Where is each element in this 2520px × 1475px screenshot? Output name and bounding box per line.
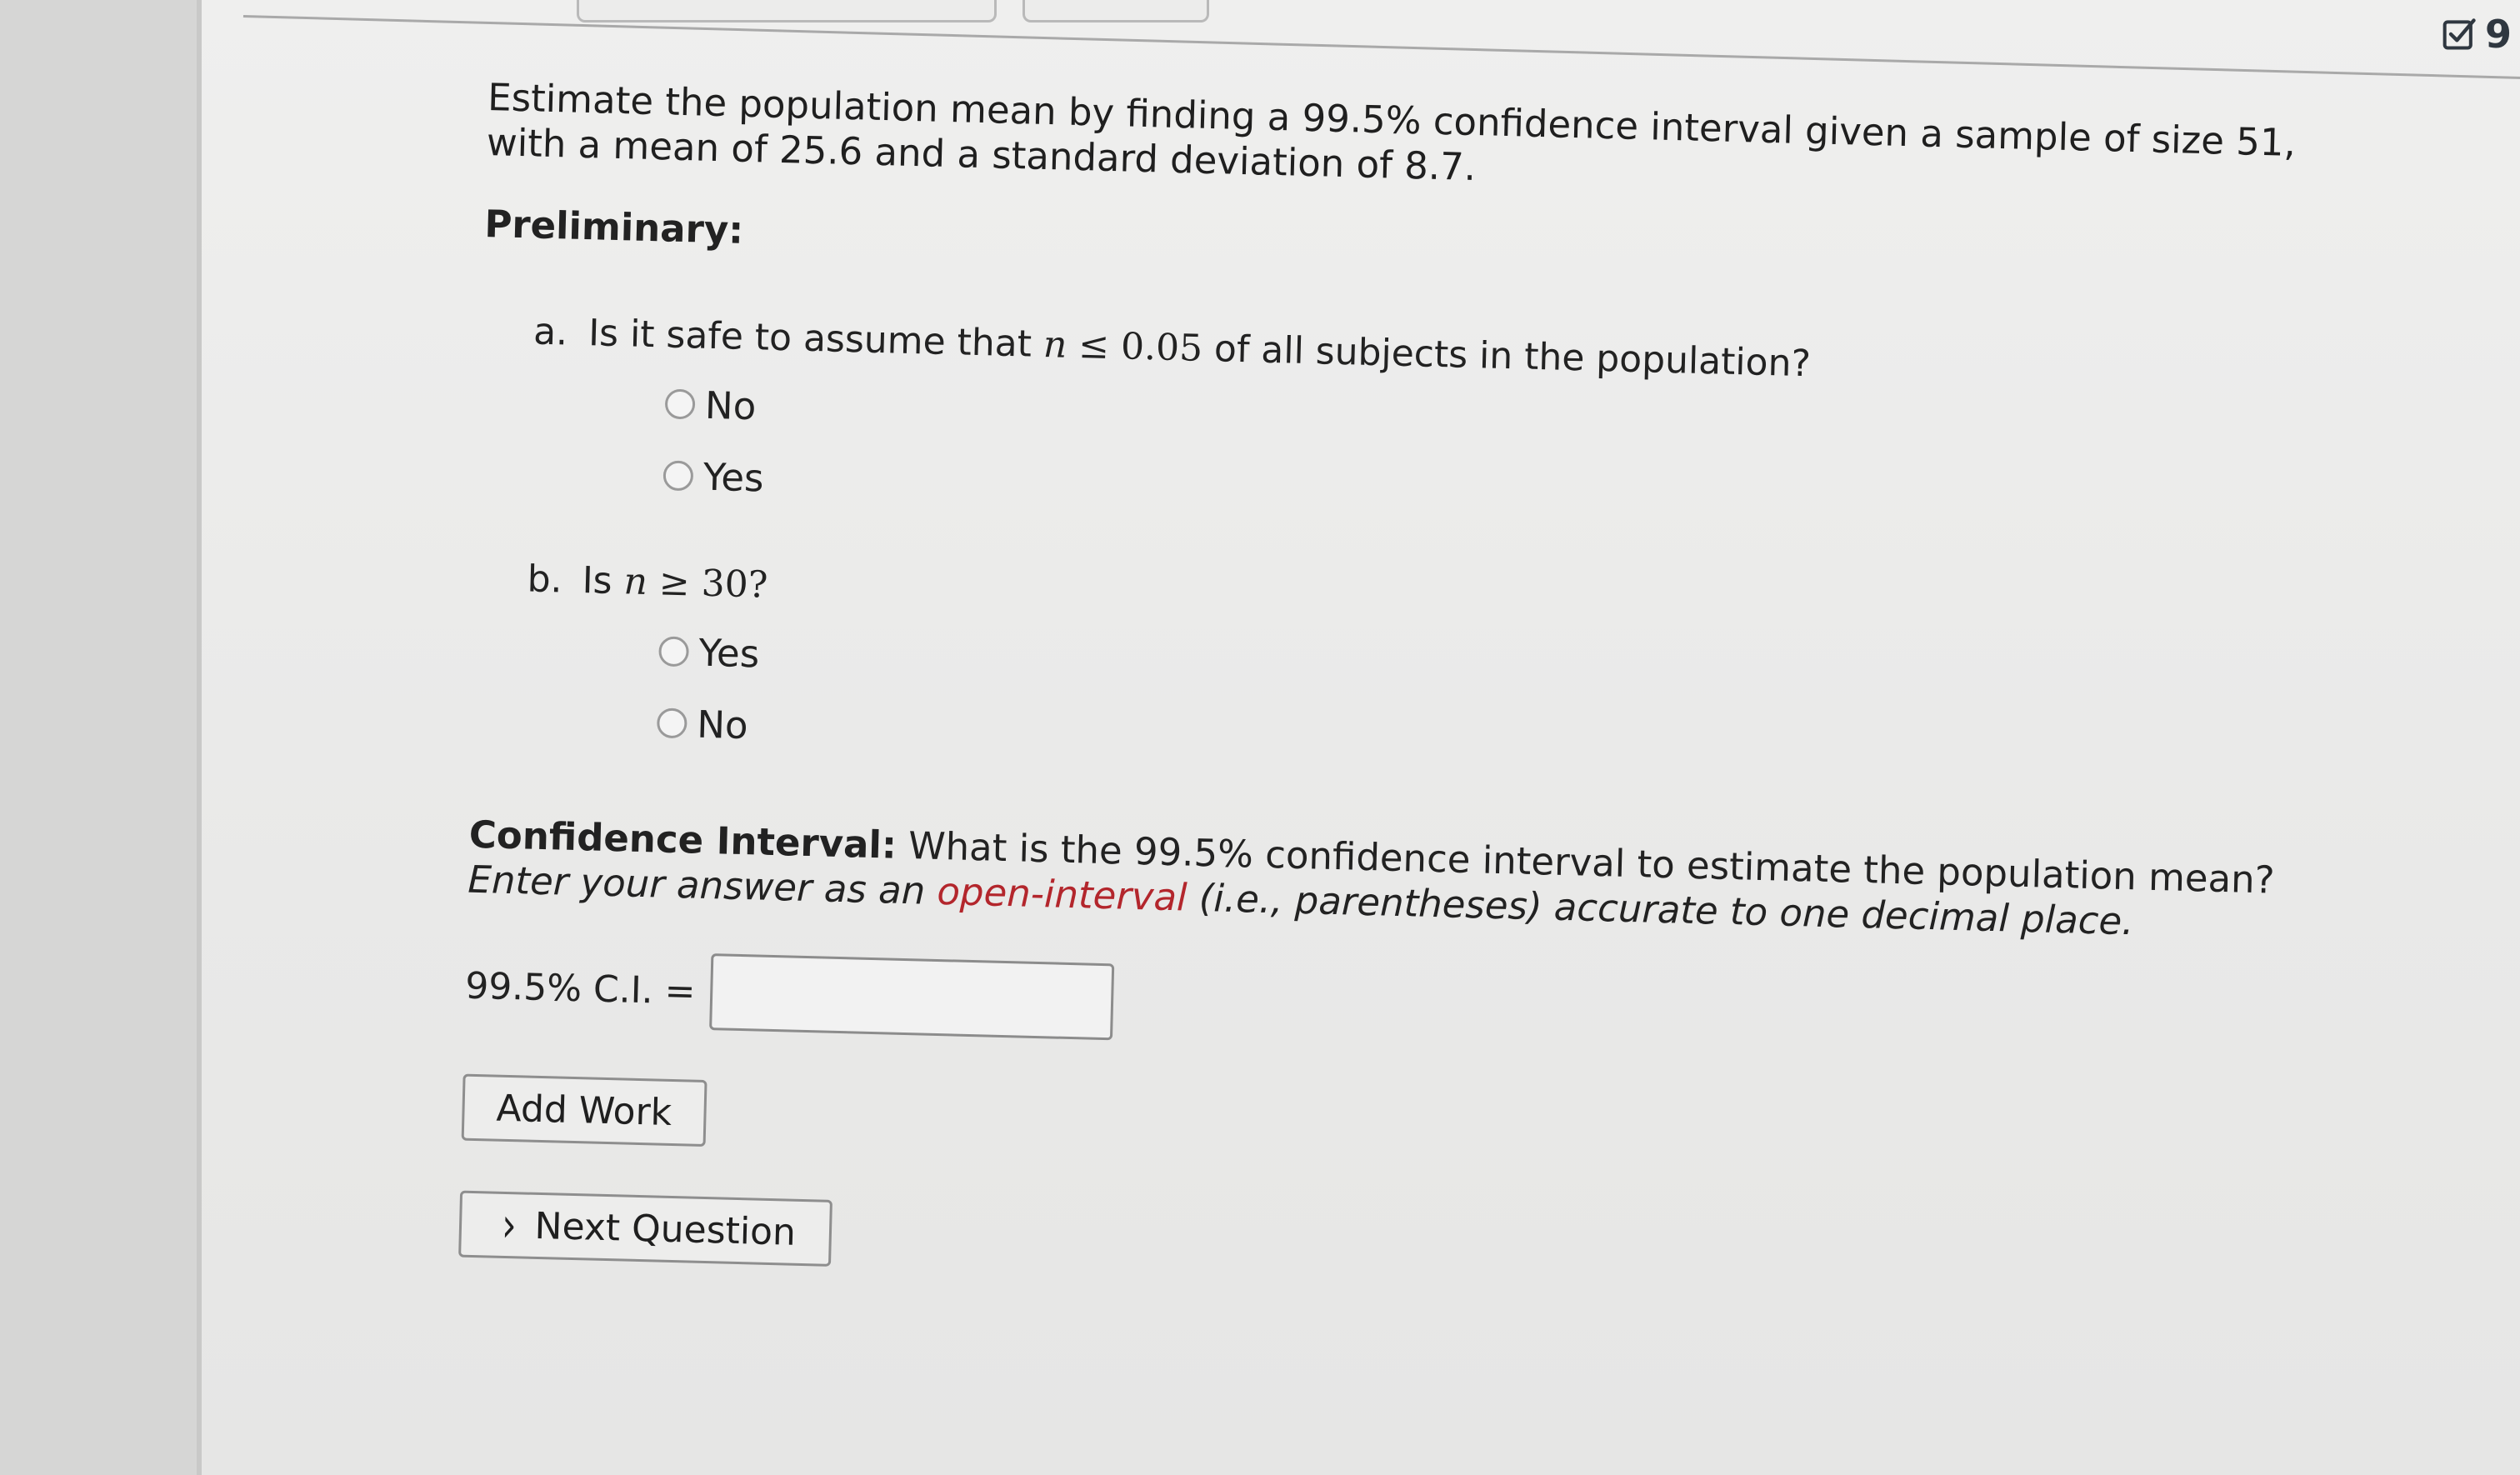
radio-button[interactable] [662, 460, 694, 492]
question-a-letter: a. [532, 310, 568, 354]
next-question-button[interactable]: › Next Question [458, 1190, 832, 1267]
radio-button[interactable] [658, 636, 690, 668]
question-page: 9 Estimate the population mean by findin… [202, 0, 2520, 1475]
add-work-button[interactable]: Add Work [461, 1073, 708, 1147]
preliminary-heading: Preliminary: [483, 201, 744, 252]
divider [242, 15, 2520, 80]
question-a-options: No Yes [662, 368, 2381, 555]
confidence-interval-input[interactable] [709, 953, 1115, 1041]
question-b-text: Is n ≥ 30? [582, 559, 768, 607]
question-b-letter: b. [527, 558, 563, 602]
question-a: a. Is it safe to assume that n ≤ 0.05 of… [529, 310, 2382, 554]
question-content: Estimate the population mean by finding … [458, 75, 2388, 1305]
top-tab[interactable] [577, 0, 997, 22]
left-margin-strip [0, 0, 202, 1475]
radio-button[interactable] [656, 708, 688, 739]
radio-button[interactable] [664, 388, 696, 420]
open-interval-link[interactable]: open-interval [937, 869, 1188, 920]
chevron-right-icon: › [501, 1197, 518, 1253]
top-tab[interactable] [1022, 0, 1209, 22]
confidence-interval-prompt: Confidence Interval: What is the 99.5% c… [467, 812, 2276, 944]
problem-statement: Estimate the population mean by finding … [486, 75, 2297, 190]
question-b: b. Is n ≥ 30? Yes No [522, 558, 2375, 802]
question-b-options: Yes No [656, 615, 2374, 802]
checkbox-check-icon [2442, 18, 2476, 50]
question-status[interactable]: 9 [2442, 12, 2512, 57]
answer-label: 99.5% C.I. = [464, 964, 697, 1013]
question-count: 9 [2484, 12, 2512, 57]
